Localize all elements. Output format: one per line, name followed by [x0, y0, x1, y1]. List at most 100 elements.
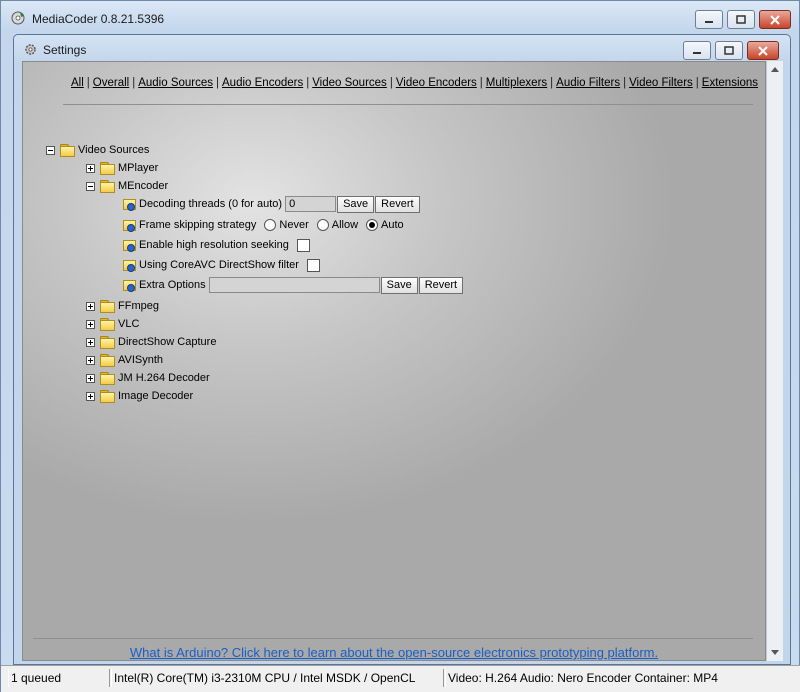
tree-node-video-sources[interactable]: Video Sources	[46, 142, 149, 158]
tree-node-label: FFmpeg	[118, 300, 159, 312]
setting-high-res-seeking: Enable high resolution seeking	[122, 237, 310, 253]
collapse-icon[interactable]	[46, 145, 55, 155]
bottom-divider	[33, 638, 753, 639]
dialog-title: Settings	[43, 43, 87, 57]
settings-content: All | Overall | Audio Sources | Audio Encoders…	[22, 61, 766, 661]
property-icon	[122, 278, 136, 292]
expand-icon[interactable]	[86, 301, 95, 311]
radio-never[interactable]	[264, 219, 277, 231]
tree-node-label: AVISynth	[118, 354, 164, 366]
property-icon	[122, 238, 136, 252]
extra-options-save-button[interactable]: Save	[380, 276, 418, 294]
decoding-threads-revert-button[interactable]: Revert	[375, 195, 420, 213]
expand-icon[interactable]	[86, 355, 95, 365]
dialog-minimize-button[interactable]	[683, 41, 711, 60]
high-res-seeking-checkbox[interactable]	[296, 238, 310, 252]
radio-never-label[interactable]: Never	[279, 219, 308, 231]
folder-icon	[100, 336, 115, 349]
vertical-scrollbar[interactable]	[766, 61, 783, 661]
tree-node-avisynth[interactable]: AVISynth	[86, 352, 163, 368]
radio-auto-label[interactable]: Auto	[381, 219, 404, 231]
tree-node-jm-decoder[interactable]: JM H.264 Decoder	[86, 370, 210, 386]
tree-node-label: Video Sources	[78, 144, 150, 156]
nav-audio-filters[interactable]: Audio Filters	[556, 77, 620, 89]
decoding-threads-input[interactable]: 0	[285, 196, 337, 212]
main-title-bar[interactable]: MediaCoder 0.8.21.5396	[1, 1, 799, 35]
tree-node-vlc[interactable]: VLC	[86, 316, 139, 332]
nav-multiplexers[interactable]: Multiplexers	[486, 77, 547, 89]
tree-node-label: MPlayer	[118, 162, 159, 174]
dialog-close-button[interactable]	[747, 41, 779, 60]
setting-decoding-threads: Decoding threads (0 for auto) 0 Save Rev…	[122, 195, 420, 213]
status-format: Video: H.264 Audio: Nero Encoder Contain…	[445, 669, 720, 687]
maximize-icon	[724, 45, 734, 55]
close-icon	[758, 45, 768, 56]
collapse-icon[interactable]	[86, 181, 95, 191]
decoding-threads-label: Decoding threads (0 for auto)	[139, 198, 283, 210]
setting-coreavc: Using CoreAVC DirectShow filter	[122, 257, 320, 273]
folder-icon	[100, 372, 115, 385]
folder-icon	[100, 318, 115, 331]
category-nav: All | Overall | Audio Sources | Audio Encoders…	[71, 77, 759, 89]
tree-node-image-decoder[interactable]: Image Decoder	[86, 388, 193, 404]
tree-node-mencoder[interactable]: MEncoder	[86, 178, 168, 194]
nav-audio-encoders[interactable]: Audio Encoders	[222, 77, 303, 89]
nav-overall[interactable]: Overall	[93, 77, 129, 89]
dialog-maximize-button[interactable]	[715, 41, 743, 60]
decoding-threads-save-button[interactable]: Save	[337, 195, 375, 213]
promo-link[interactable]: What is Arduino? Click here to learn abo…	[130, 645, 658, 660]
status-bar: 1 queued Intel(R) Core(TM) i3-2310M CPU …	[1, 665, 800, 692]
expand-icon[interactable]	[86, 163, 95, 173]
expand-icon[interactable]	[86, 391, 95, 401]
tree-node-label: MEncoder	[118, 180, 169, 192]
tree-node-mplayer[interactable]: MPlayer	[86, 160, 158, 176]
nav-all[interactable]: All	[71, 77, 84, 89]
folder-icon	[100, 162, 115, 175]
tree-node-ffmpeg[interactable]: FFmpeg	[86, 298, 159, 314]
expand-icon[interactable]	[86, 337, 95, 347]
mediacoder-app-icon	[11, 11, 25, 25]
main-window: MediaCoder 0.8.21.5396 Settings All | Ov…	[0, 0, 800, 692]
extra-options-revert-button[interactable]: Revert	[418, 276, 464, 294]
scroll-up-icon[interactable]	[771, 67, 779, 72]
property-icon	[122, 197, 136, 211]
nav-video-filters[interactable]: Video Filters	[629, 77, 693, 89]
nav-video-encoders[interactable]: Video Encoders	[396, 77, 477, 89]
maximize-icon	[736, 14, 746, 24]
app-title: MediaCoder 0.8.21.5396	[32, 12, 165, 26]
scroll-down-icon[interactable]	[771, 650, 779, 655]
expand-icon[interactable]	[86, 319, 95, 329]
tree-node-label: Image Decoder	[118, 390, 194, 402]
high-res-seeking-label: Enable high resolution seeking	[139, 239, 289, 251]
radio-allow[interactable]	[316, 219, 329, 231]
minimize-icon	[705, 20, 713, 23]
nav-extensions[interactable]: Extensions	[702, 77, 758, 89]
tree-node-directshow[interactable]: DirectShow Capture	[86, 334, 216, 350]
nav-video-sources[interactable]: Video Sources	[312, 77, 387, 89]
settings-title-bar[interactable]: Settings	[14, 35, 790, 61]
status-queued: 1 queued	[8, 669, 110, 687]
settings-gear-icon	[25, 44, 36, 55]
status-hardware: Intel(R) Core(TM) i3-2310M CPU / Intel M…	[111, 669, 444, 687]
promo-banner: What is Arduino? Click here to learn abo…	[23, 645, 765, 660]
coreavc-checkbox[interactable]	[306, 258, 320, 272]
folder-icon	[60, 144, 75, 157]
close-button[interactable]	[759, 10, 791, 29]
maximize-button[interactable]	[727, 10, 755, 29]
nav-audio-sources[interactable]: Audio Sources	[138, 77, 213, 89]
expand-icon[interactable]	[86, 373, 95, 383]
property-icon	[122, 218, 136, 232]
settings-dialog: Settings All | Overall | Audio Sources | Audio…	[13, 34, 791, 665]
coreavc-label: Using CoreAVC DirectShow filter	[139, 259, 299, 271]
divider	[63, 104, 753, 105]
tree-node-label: JM H.264 Decoder	[118, 372, 210, 384]
radio-allow-label[interactable]: Allow	[332, 219, 358, 231]
radio-auto[interactable]	[366, 219, 379, 231]
setting-frame-skipping: Frame skipping strategy Never Allow Auto	[122, 217, 404, 233]
close-icon	[770, 14, 780, 25]
tree-node-label: DirectShow Capture	[118, 336, 217, 348]
minimize-button[interactable]	[695, 10, 723, 29]
extra-options-label: Extra Options	[139, 279, 206, 291]
extra-options-input[interactable]	[208, 277, 380, 293]
property-icon	[122, 258, 136, 272]
